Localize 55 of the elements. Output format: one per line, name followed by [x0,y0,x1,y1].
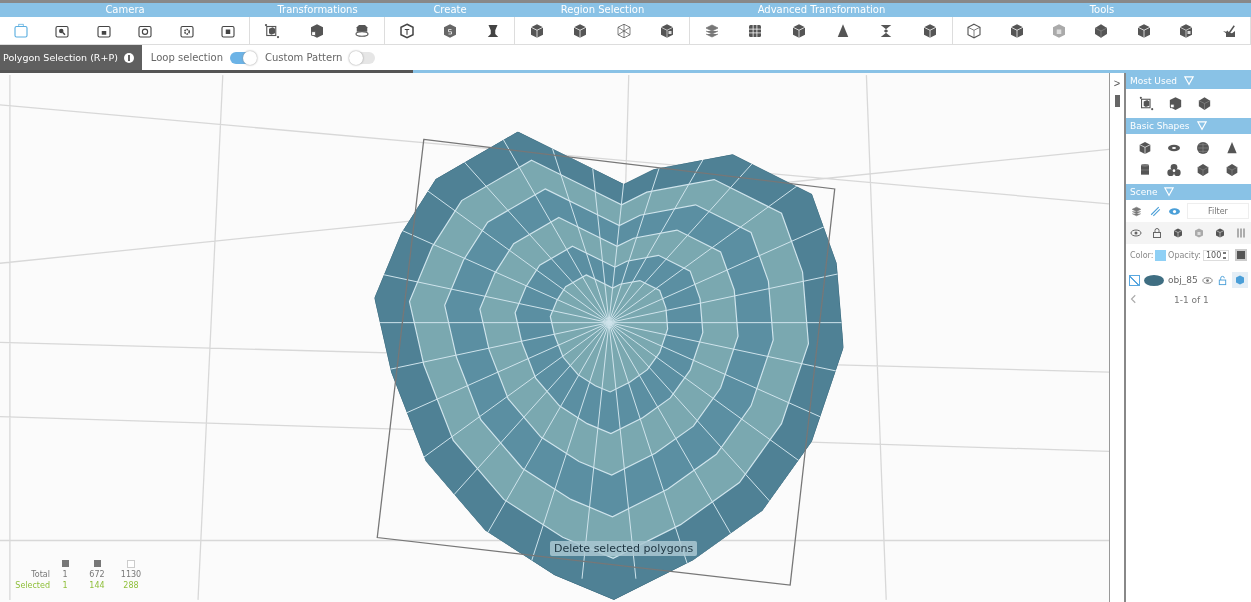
toggle-switch[interactable] [229,51,256,64]
stat-value: 288 [123,581,139,590]
checkbox[interactable] [1129,274,1140,286]
eye-icon[interactable] [1201,274,1213,286]
hint-text: Delete selected polygons [550,541,698,556]
section-title: Basic Shapes [1130,121,1190,131]
cube-icon[interactable] [397,21,416,40]
panel-handle[interactable] [1114,95,1120,107]
filter-field[interactable]: Filter [1187,203,1249,219]
toggle-switch[interactable] [349,51,376,64]
stat-value: 672 [89,570,105,579]
color-label: Color: [1130,250,1154,260]
group-label: Tools [953,3,1251,17]
group-label: Camera [0,3,250,17]
stat-icon [93,560,101,567]
cube-icon[interactable] [308,21,326,40]
stat-icon [61,560,69,567]
pagination-text: 1-1 of 1 [1174,295,1209,305]
stat-value: 1 [62,581,68,590]
section-title: Scene [1130,187,1158,197]
opacity-label: Opacity: [1168,250,1201,260]
object-thumbnail [1144,274,1164,286]
polyhedron-icon[interactable] [1196,95,1213,112]
wireframe-cube-icon[interactable] [614,21,633,40]
frame-cube-icon[interactable] [1138,95,1155,112]
stat-label: Selected [15,581,50,590]
group-label: Transformations [250,3,385,17]
sphere-icon[interactable] [1195,140,1212,156]
opacity-spinner[interactable]: 100 [1203,249,1230,261]
collapse-button[interactable]: > [1113,77,1121,89]
group-label: Region Selection [515,3,690,17]
toggle-label: Loop selection [150,52,223,63]
stack-icon[interactable] [1130,204,1143,218]
stat-label: Total [31,570,50,579]
mode-label: Polygon Selection (R+P) [3,52,118,63]
cube-outline-icon[interactable] [965,21,984,40]
cube-icon[interactable] [1214,227,1226,239]
section-title: Most Used [1130,76,1177,86]
frame-cube-icon[interactable] [263,21,282,40]
toggle-label: Custom Pattern [264,52,343,63]
eye-icon[interactable] [1130,227,1142,239]
group-label: Advanced Transformation [690,3,953,17]
knot-icon[interactable] [1165,162,1182,178]
stat-icon [127,560,135,568]
cube-icon[interactable] [1167,95,1184,112]
square-button[interactable] [1235,249,1247,261]
object-name[interactable]: obj_85 [1168,275,1198,285]
cube-icon[interactable] [1172,227,1184,239]
color-swatch[interactable] [1155,249,1167,261]
stat-value: 1 [62,570,68,579]
group-label: Create [385,3,515,17]
info-icon[interactable] [123,52,134,63]
lock-icon[interactable] [1151,227,1163,239]
stat-value: 1130 [120,570,142,579]
stat-value: 144 [89,581,105,590]
